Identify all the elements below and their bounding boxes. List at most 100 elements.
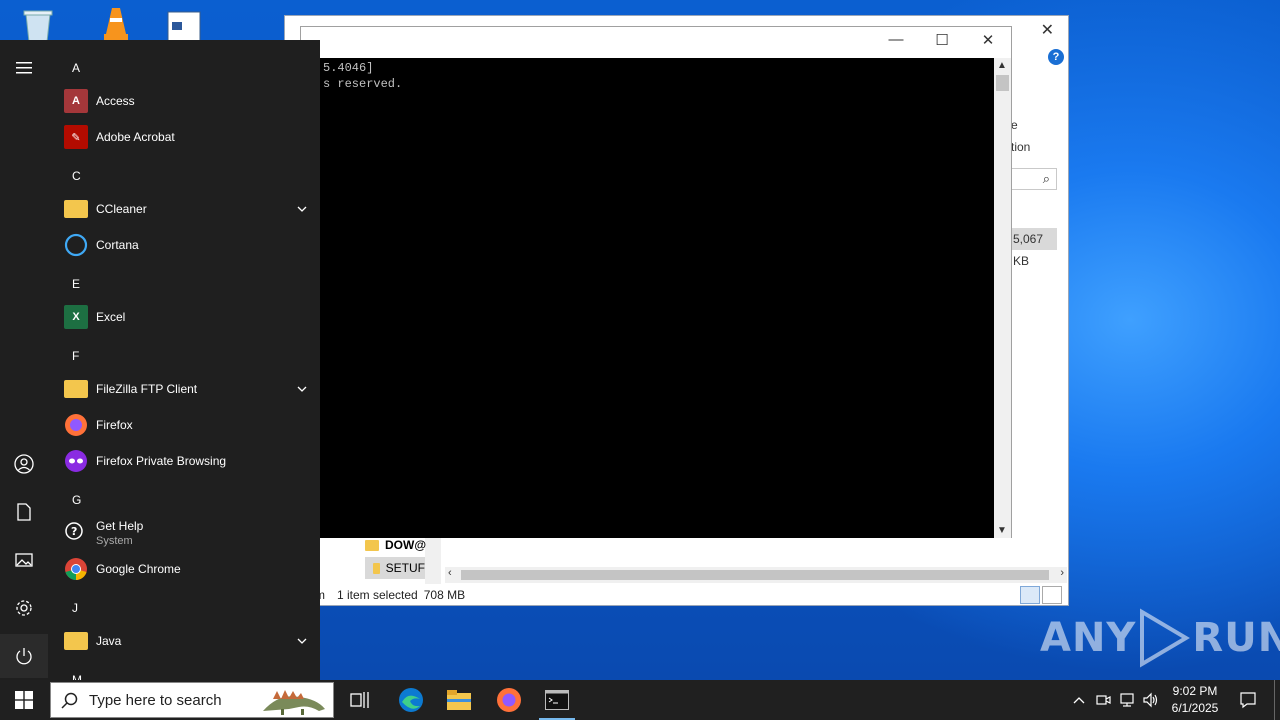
command-prompt-icon xyxy=(545,690,569,710)
large-icons-view-icon[interactable] xyxy=(1042,586,1062,604)
view-toggle xyxy=(1020,586,1062,604)
scroll-left-icon[interactable]: ‹ xyxy=(448,567,452,579)
file-name: SETUF xyxy=(385,561,425,575)
taskbar-search-box[interactable]: Type here to search xyxy=(50,682,334,718)
scroll-down-icon[interactable]: ▼ xyxy=(997,525,1007,536)
chevron-down-icon[interactable] xyxy=(294,381,310,397)
meet-now-icon xyxy=(1096,695,1111,705)
app-label: Access xyxy=(96,94,135,108)
app-item-firefox[interactable]: Firefox xyxy=(60,407,318,443)
taskbar-firefox[interactable] xyxy=(485,680,533,720)
details-view-icon[interactable] xyxy=(1020,586,1040,604)
firefox-icon xyxy=(497,688,521,712)
action-center-button[interactable] xyxy=(1232,680,1264,720)
horizontal-scrollbar[interactable]: ‹ › xyxy=(445,567,1067,583)
group-letter-m[interactable]: M xyxy=(72,673,82,680)
excel-icon: X xyxy=(64,305,88,329)
status-selected: 1 item selected xyxy=(337,588,418,602)
group-letter-e[interactable]: E xyxy=(72,277,80,291)
ribbon-label: e tion xyxy=(1011,114,1030,158)
status-bar: m 1 item selected 708 MB xyxy=(315,585,465,605)
explorer-search-input[interactable]: ⌕ xyxy=(1011,168,1057,190)
file-name: DOW@ xyxy=(385,538,427,552)
taskbar-file-explorer[interactable] xyxy=(435,680,483,720)
scroll-right-icon[interactable]: › xyxy=(1060,567,1064,579)
taskbar-edge[interactable] xyxy=(387,680,435,720)
hamburger-menu-icon[interactable] xyxy=(0,46,48,90)
chevron-down-icon[interactable] xyxy=(294,201,310,217)
group-letter-g[interactable]: G xyxy=(72,493,81,507)
file-explorer-icon xyxy=(447,690,471,710)
ribbon-label-line2: tion xyxy=(1011,140,1031,154)
app-label: Adobe Acrobat xyxy=(96,130,175,144)
cortana-icon xyxy=(64,233,88,257)
chevron-down-icon[interactable] xyxy=(294,633,310,649)
app-item-excel[interactable]: X Excel xyxy=(60,299,318,335)
start-button[interactable] xyxy=(0,680,48,720)
group-letter-a[interactable]: A xyxy=(72,61,80,75)
access-icon: A xyxy=(64,89,88,113)
file-row-selected[interactable]: SETUF xyxy=(365,557,425,579)
maximize-icon[interactable]: ☐ xyxy=(919,31,965,53)
scroll-thumb[interactable] xyxy=(996,75,1009,91)
app-label: Excel xyxy=(96,310,126,324)
minimize-icon[interactable]: — xyxy=(873,31,919,53)
app-item-cortana[interactable]: Cortana xyxy=(60,227,318,263)
app-label: Java xyxy=(96,634,122,648)
app-item-firefox-private[interactable]: Firefox Private Browsing xyxy=(60,443,318,479)
console-output[interactable]: 5.4046] s reserved. xyxy=(301,58,995,538)
user-account-icon[interactable] xyxy=(0,442,48,486)
get-help-icon: ? xyxy=(64,521,88,545)
group-letter-c[interactable]: C xyxy=(72,169,81,183)
app-item-java[interactable]: Java xyxy=(60,623,318,659)
tray-meet-now[interactable] xyxy=(1092,680,1114,720)
app-label: FileZilla FTP Client xyxy=(96,382,198,396)
app-list: A A Access ✎ Adobe Acrobat C CCleaner Co… xyxy=(48,40,320,680)
chevron-up-icon xyxy=(1073,697,1085,704)
watermark-left: ANY xyxy=(1040,615,1137,661)
vlc-icon[interactable] xyxy=(96,4,136,44)
watermark-right: RUN xyxy=(1192,615,1280,661)
close-icon[interactable]: ✕ xyxy=(965,31,1011,53)
pictures-icon[interactable] xyxy=(0,538,48,582)
task-view-button[interactable] xyxy=(336,680,384,720)
taskbar-clock[interactable]: 9:02 PM 6/1/2025 xyxy=(1164,683,1226,717)
group-letter-j[interactable]: J xyxy=(72,601,78,615)
app-item-access[interactable]: A Access xyxy=(60,83,318,119)
console-scrollbar[interactable]: ▲ ▼ xyxy=(994,58,1011,538)
explorer-close-icon[interactable]: ✕ xyxy=(1041,20,1054,40)
app-subtitle: System xyxy=(96,535,133,547)
file-list-scrollbar[interactable] xyxy=(425,536,441,584)
folder-icon xyxy=(365,539,379,551)
app-label: Firefox xyxy=(96,418,133,432)
app-item-ccleaner[interactable]: CCleaner xyxy=(60,191,318,227)
chrome-icon xyxy=(64,557,88,581)
taskbar: Type here to search 9:02 PM 6/1/2025 xyxy=(0,680,1280,720)
play-logo-icon xyxy=(1140,608,1191,668)
app-item-google-chrome[interactable]: Google Chrome xyxy=(60,551,318,587)
tray-volume[interactable] xyxy=(1140,680,1162,720)
scroll-up-icon[interactable]: ▲ xyxy=(997,60,1007,71)
tray-network[interactable] xyxy=(1116,680,1138,720)
network-icon xyxy=(1120,693,1134,707)
app-item-get-help[interactable]: ? Get Help System xyxy=(60,515,318,551)
edge-icon xyxy=(399,688,423,712)
group-letter-f[interactable]: F xyxy=(72,349,79,363)
app-item-filezilla[interactable]: FileZilla FTP Client xyxy=(60,371,318,407)
show-hidden-icons-button[interactable] xyxy=(1068,680,1090,720)
status-size: 708 MB xyxy=(423,588,466,602)
help-icon[interactable]: ? xyxy=(1048,49,1064,65)
app-label: Get Help System xyxy=(96,519,143,547)
acrobat-icon: ✎ xyxy=(64,125,88,149)
app-item-adobe-acrobat[interactable]: ✎ Adobe Acrobat xyxy=(60,119,318,155)
cmd-titlebar[interactable]: — ☐ ✕ xyxy=(301,27,1011,58)
power-icon[interactable] xyxy=(0,634,48,678)
taskbar-command-prompt[interactable] xyxy=(533,680,581,720)
anyrun-watermark: ANY RUN xyxy=(1040,608,1280,668)
firefox-icon xyxy=(64,413,88,437)
show-desktop-button[interactable] xyxy=(1274,680,1275,720)
console-line: 5.4046] xyxy=(323,61,374,75)
scroll-thumb[interactable] xyxy=(461,570,1049,580)
documents-icon[interactable] xyxy=(0,490,48,534)
settings-gear-icon[interactable] xyxy=(0,586,48,630)
